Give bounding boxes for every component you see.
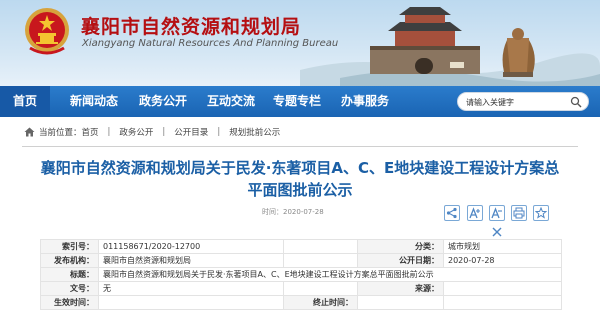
font-smaller-button[interactable]: [489, 205, 505, 221]
blank-cell: [283, 253, 358, 268]
table-row: 发布机构： 襄阳市自然资源和规划局 公开日期： 2020-07-28: [40, 253, 562, 268]
nav-item-gov-affairs[interactable]: 政务公开: [139, 86, 187, 117]
category-label: 分类：: [357, 239, 444, 254]
breadcrumb-gov-affairs[interactable]: 政务公开: [119, 126, 153, 138]
breadcrumb-catalog[interactable]: 公开目录: [174, 126, 208, 138]
nav-item-interaction[interactable]: 互动交流: [207, 86, 255, 117]
expire-value: [357, 295, 444, 310]
home-icon: [24, 127, 35, 137]
article-time-value: 2020-07-28: [283, 208, 324, 216]
share-button[interactable]: [444, 205, 460, 221]
doc-no-value: 无: [98, 281, 284, 296]
blank-cell: [283, 239, 358, 254]
font-smaller-icon: [491, 207, 502, 219]
date-label: 公开日期：: [357, 253, 444, 268]
close-icon[interactable]: [491, 226, 503, 238]
date-value: 2020-07-28: [443, 253, 562, 268]
metadata-table: 索引号： 011158671/2020-12700 分类： 城市规划 发布机构：…: [40, 239, 562, 310]
doc-no-label: 文号：: [40, 281, 99, 296]
source-value: [443, 281, 562, 296]
nav-item-services[interactable]: 办事服务: [341, 86, 389, 117]
nav-item-home[interactable]: 首页: [0, 86, 50, 117]
article-time: 时间：2020-07-28: [262, 207, 324, 217]
article-title: 襄阳市自然资源和规划局关于民发·东著项目A、C、E地块建设工程设计方案总平面图批…: [40, 159, 560, 199]
effective-value: [98, 295, 284, 310]
divider: [22, 146, 578, 147]
index-no-value: 011158671/2020-12700: [98, 239, 284, 254]
table-row: 标题： 襄阳市自然资源和规划局关于民发·东著项目A、C、E地块建设工程设计方案总…: [40, 267, 562, 282]
breadcrumb-current[interactable]: 规划批前公示: [229, 126, 280, 138]
nav-item-news[interactable]: 新闻动态: [70, 86, 118, 117]
publisher-label: 发布机构：: [40, 253, 99, 268]
breadcrumb-separator: |: [217, 127, 221, 137]
title-label: 标题：: [40, 267, 99, 282]
search-input[interactable]: [466, 95, 566, 109]
site-header: 襄阳市自然资源和规划局 Xiangyang Natural Resources …: [0, 0, 600, 86]
search-icon[interactable]: [570, 96, 582, 108]
breadcrumb-separator: |: [162, 127, 166, 137]
expire-label: 终止时间：: [283, 295, 358, 310]
effective-label: 生效时间：: [40, 295, 99, 310]
table-row: 生效时间： 终止时间：: [40, 295, 562, 310]
source-label: 来源：: [357, 281, 444, 296]
site-title: 襄阳市自然资源和规划局: [81, 16, 302, 38]
breadcrumb-home[interactable]: 首页: [82, 126, 99, 138]
favorite-icon: [535, 207, 547, 219]
category-value: 城市规划: [443, 239, 562, 254]
search-box: [457, 92, 589, 111]
font-larger-button[interactable]: [467, 205, 483, 221]
index-no-label: 索引号：: [40, 239, 99, 254]
breadcrumb: 当前位置： 首页 | 政务公开 | 公开目录 | 规划批前公示: [24, 124, 280, 140]
blank-cell: [443, 295, 562, 310]
favorite-button[interactable]: [533, 205, 549, 221]
blank-cell: [283, 281, 358, 296]
breadcrumb-prefix: 当前位置：: [39, 128, 82, 138]
font-larger-icon: [469, 207, 480, 219]
national-emblem-icon: [25, 8, 69, 55]
title-value: 襄阳市自然资源和规划局关于民发·东著项目A、C、E地块建设工程设计方案总平面图批…: [98, 267, 562, 282]
article-time-label: 时间：: [262, 208, 283, 216]
table-row: 索引号： 011158671/2020-12700 分类： 城市规划: [40, 239, 562, 254]
print-button[interactable]: [511, 205, 527, 221]
nav-item-special-topics[interactable]: 专题专栏: [273, 86, 321, 117]
table-row: 文号： 无 来源：: [40, 281, 562, 296]
share-icon: [446, 207, 457, 219]
publisher-value: 襄阳市自然资源和规划局: [98, 253, 284, 268]
print-icon: [513, 207, 525, 219]
breadcrumb-separator: |: [107, 127, 111, 137]
banner-scenery: [300, 7, 600, 86]
